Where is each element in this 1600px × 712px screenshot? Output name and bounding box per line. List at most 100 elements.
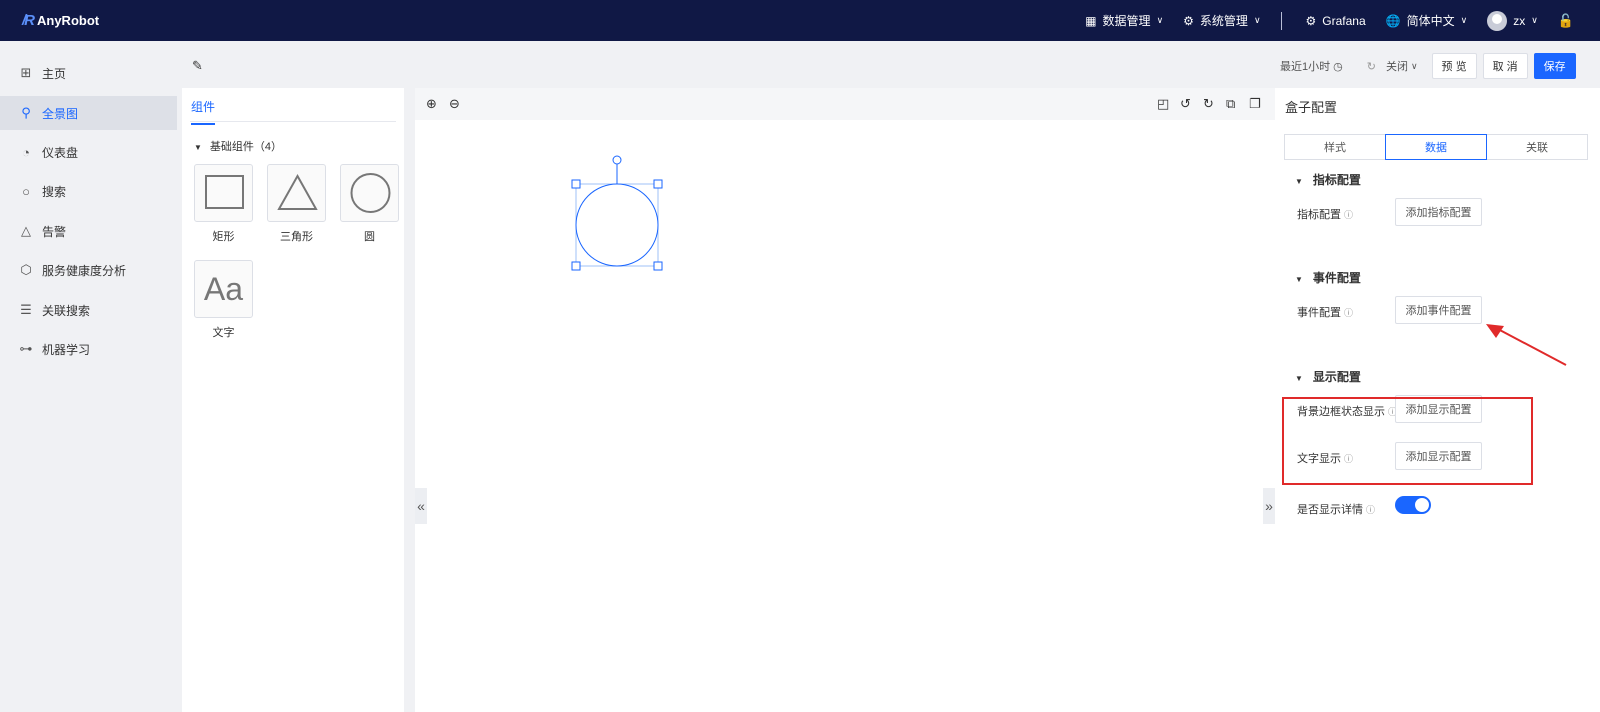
chevron-down-icon: ∨	[1531, 15, 1538, 25]
cube-icon: ⬡	[20, 262, 32, 277]
list-search-icon: ☰	[20, 302, 32, 317]
add-event-config-button[interactable]: 添加事件配置	[1395, 296, 1482, 324]
canvas-circle[interactable]	[575, 183, 659, 267]
section-event[interactable]: ▼ 事件配置	[1295, 269, 1361, 286]
lock-icon[interactable]: 🔓	[1558, 13, 1574, 29]
collapse-right-button[interactable]: »	[1263, 488, 1275, 524]
component-triangle[interactable]	[267, 164, 326, 222]
topology-icon: ⚲	[21, 105, 31, 120]
sidebar-item-search[interactable]: ○ 搜索	[0, 174, 177, 208]
resize-handle[interactable]	[571, 261, 581, 271]
user-menu[interactable]: zx ∨	[1487, 10, 1538, 31]
info-icon[interactable]: ⓘ	[1366, 505, 1375, 515]
gear-icon: ⚙	[1183, 13, 1194, 28]
section-display[interactable]: ▼ 显示配置	[1295, 368, 1361, 385]
globe-icon: 🌐	[1385, 13, 1401, 28]
database-icon: ▦	[1085, 13, 1097, 28]
metric-config-label: 指标配置 ⓘ	[1297, 206, 1353, 222]
nodes-icon: ⊶	[19, 341, 33, 356]
component-label: 圆	[364, 231, 375, 243]
sidebar-item-panorama[interactable]: ⚲ 全景图	[0, 96, 177, 130]
caret-down-icon: ▼	[1295, 177, 1303, 186]
topbar-divider	[1280, 11, 1282, 30]
sidebar-item-label: 服务健康度分析	[42, 263, 127, 278]
collapse-left-button[interactable]: «	[415, 488, 427, 524]
search-icon: ○	[22, 183, 30, 199]
component-text[interactable]: Aa	[194, 260, 253, 318]
language-menu[interactable]: 🌐 简体中文 ∨	[1386, 12, 1468, 29]
rectangle-icon	[205, 175, 244, 209]
user-name: zx	[1513, 13, 1526, 28]
time-range-picker[interactable]: 最近1小时 ◷	[1280, 58, 1343, 74]
data-management-menu[interactable]: ▦ 数据管理 ∨	[1085, 12, 1163, 29]
section-title: 指标配置	[1312, 173, 1361, 187]
header-actions: 最近1小时 ◷ ↻ 关闭 ∨ 预 览 取 消 保存	[1280, 52, 1576, 80]
sidebar-item-alert[interactable]: △ 告警	[0, 214, 177, 248]
component-group[interactable]: ▼ 基础组件（4）	[194, 138, 282, 154]
text-glyph-icon: Aa	[203, 270, 244, 307]
grafana-label: Grafana	[1322, 13, 1366, 28]
sidebar-item-machine-learning[interactable]: ⊶ 机器学习	[0, 332, 177, 366]
sidebar-item-service-health[interactable]: ⬡ 服务健康度分析	[0, 253, 177, 287]
cancel-button[interactable]: 取 消	[1482, 53, 1528, 79]
component-group-label: 基础组件（4）	[209, 141, 283, 153]
save-button[interactable]: 保存	[1533, 53, 1576, 79]
system-management-label: 系统管理	[1199, 14, 1248, 28]
grafana-link[interactable]: ⚙ Grafana	[1306, 14, 1366, 28]
edit-icon[interactable]: ✎	[192, 58, 203, 74]
sidebar-item-home[interactable]: ⊞ 主页	[0, 56, 177, 90]
sidebar-item-label: 告警	[42, 224, 67, 239]
caret-down-icon: ▼	[1295, 275, 1303, 284]
section-metric[interactable]: ▼ 指标配置	[1295, 171, 1361, 188]
show-detail-toggle[interactable]	[1395, 496, 1431, 514]
clock-icon: ◷	[1333, 60, 1343, 73]
system-management-menu[interactable]: ⚙ 系统管理 ∨	[1183, 12, 1260, 29]
canvas-drawing	[571, 155, 663, 271]
sidebar-item-label: 全景图	[42, 106, 79, 121]
time-range-label: 最近1小时	[1280, 61, 1331, 73]
tab-data[interactable]: 数据	[1385, 134, 1487, 160]
field-label-text: 指标配置	[1297, 209, 1341, 221]
sidebar-item-label: 搜索	[42, 184, 67, 199]
sidebar-item-label: 主页	[42, 66, 67, 81]
sidebar-item-related-search[interactable]: ☰ 关联搜索	[0, 293, 177, 327]
refresh-label: 关闭	[1385, 61, 1408, 73]
sidebar-item-dashboard[interactable]: ◔ 仪表盘	[0, 135, 177, 169]
tab-relation[interactable]: 关联	[1486, 134, 1588, 160]
canvas-area[interactable]: ⊕ ⊖ ◰ ↺ ↻ ⧉ ❐ « »	[415, 88, 1275, 712]
caret-down-icon: ▼	[1295, 374, 1303, 383]
info-icon[interactable]: ⓘ	[1344, 308, 1353, 318]
preview-button[interactable]: 预 览	[1431, 53, 1477, 79]
resize-handle[interactable]	[653, 179, 663, 189]
data-management-label: 数据管理	[1102, 14, 1151, 28]
resize-handle[interactable]	[653, 261, 663, 271]
chevron-down-icon: ∨	[1410, 60, 1418, 71]
field-label-text: 事件配置	[1297, 307, 1341, 319]
chevron-down-icon: ∨	[1156, 15, 1164, 25]
logo-mark-icon: /R	[22, 12, 35, 29]
rotate-handle[interactable]	[612, 155, 622, 165]
tab-style[interactable]: 样式	[1284, 134, 1386, 160]
sidebar-item-label: 机器学习	[42, 342, 91, 357]
circle-icon	[350, 173, 391, 213]
section-title: 事件配置	[1312, 271, 1361, 285]
chevron-down-icon: ∨	[1460, 15, 1468, 25]
sidebar: ⊞ 主页 ⚲ 全景图 ◔ 仪表盘 ○ 搜索 △ 告警 ⬡ 服务健康度分析 ☰ 关…	[0, 41, 178, 712]
triangle-icon	[277, 173, 318, 210]
avatar	[1487, 10, 1508, 31]
annotation-highlight-box	[1282, 397, 1533, 485]
component-rectangle[interactable]	[194, 164, 253, 222]
info-icon[interactable]: ⓘ	[1344, 210, 1353, 220]
language-label: 简体中文	[1406, 14, 1455, 28]
component-label: 文字	[212, 327, 235, 339]
section-title: 显示配置	[1312, 370, 1361, 384]
app-logo[interactable]: /R AnyRobot	[22, 12, 99, 29]
grid-icon: ⊞	[20, 65, 32, 80]
resize-handle[interactable]	[571, 179, 581, 189]
component-circle[interactable]	[340, 164, 399, 222]
config-tabs: 样式 数据 关联	[1284, 134, 1588, 160]
top-bar: /R AnyRobot ▦ 数据管理 ∨ ⚙ 系统管理 ∨ ⚙ Grafana …	[0, 0, 1600, 41]
add-metric-config-button[interactable]: 添加指标配置	[1395, 198, 1482, 226]
tab-components[interactable]: 组件	[191, 98, 216, 125]
refresh-picker[interactable]: ↻ 关闭 ∨	[1367, 58, 1418, 74]
